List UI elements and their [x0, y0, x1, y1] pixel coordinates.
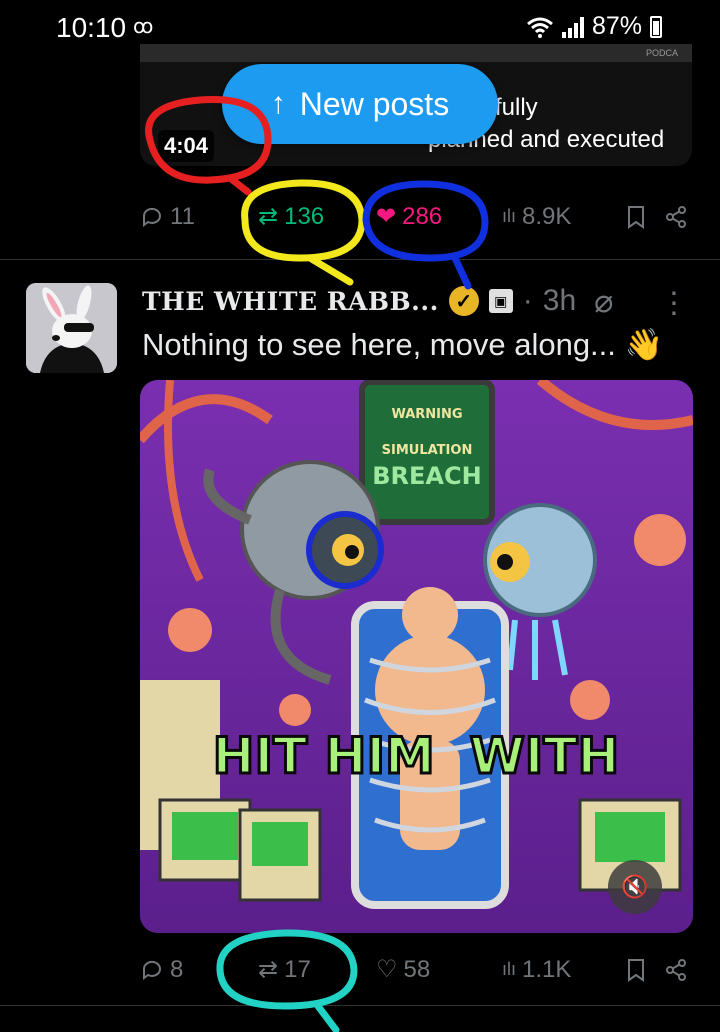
post-actions: 8 ⇄ 17 ♡ 58 ılı 1.1K	[140, 955, 688, 984]
repost-icon: ⇄	[258, 203, 279, 230]
overlay-text: HIT HIM WITH	[213, 727, 620, 785]
views-icon: ılı	[502, 959, 517, 979]
repost-button[interactable]: ⇄ 136	[258, 202, 376, 231]
separator-dot: ·	[522, 284, 533, 317]
views-count: 1.1K	[522, 955, 572, 983]
speaker-muted-icon: 🔇	[621, 874, 649, 899]
share-icon	[666, 205, 686, 228]
wifi-icon	[526, 17, 553, 38]
author-name[interactable]: THE WHITE RABB...	[142, 287, 439, 316]
repost-count: 136	[284, 202, 325, 230]
simulation-text: SIMULATION	[382, 443, 473, 458]
previous-post-actions: 11 ⇄ 136 ❤ 286 ılı 8.9K	[140, 202, 688, 231]
clock: 10:10	[56, 12, 127, 43]
like-button[interactable]: ♡ 58	[376, 955, 502, 984]
bookmark-icon	[628, 205, 644, 229]
repost-icon: ⇄	[258, 956, 279, 983]
reply-count: 8	[170, 955, 184, 983]
new-posts-label: New posts	[299, 85, 450, 122]
bookmark-button[interactable]	[626, 958, 664, 982]
post-divider	[0, 259, 720, 260]
heart-outline-icon: ♡	[376, 956, 398, 983]
avatar[interactable]	[26, 283, 117, 373]
voicemail-icon: ꝏ	[133, 16, 154, 38]
views-count: 8.9K	[522, 202, 572, 230]
post-header: THE WHITE RABB... ✓ ▣ · 3h ⌀	[142, 282, 613, 320]
yellow-circle-annotation	[241, 179, 366, 286]
rabbit-avatar-icon	[26, 283, 117, 373]
like-button[interactable]: ❤ 286	[376, 202, 502, 231]
reply-icon	[142, 960, 161, 980]
repost-button[interactable]: ⇄ 17	[258, 955, 376, 984]
like-count: 58	[403, 955, 431, 983]
mute-button[interactable]: 🔇	[608, 860, 662, 914]
share-button[interactable]	[664, 958, 688, 982]
breach-text: BREACH	[372, 462, 481, 490]
share-button[interactable]	[664, 205, 688, 229]
share-icon	[666, 958, 686, 981]
video-top-strip	[140, 44, 692, 62]
bookmark-icon	[628, 958, 644, 982]
views-button[interactable]: ılı 8.9K	[502, 203, 626, 231]
views-icon: ılı	[502, 206, 517, 226]
video-frame: WARNING SIMULATION BREACH HIT HIM WITH	[140, 380, 693, 933]
more-options-icon[interactable]: · · ·	[664, 275, 684, 327]
post-text: Nothing to see here, move along... 👋	[142, 327, 664, 362]
signal-icon	[561, 16, 584, 38]
like-count: 286	[402, 202, 443, 230]
arrow-up-icon: ↑	[270, 87, 286, 120]
reply-icon	[142, 207, 161, 227]
views-button[interactable]: ılı 1.1K	[502, 956, 626, 984]
post-divider	[0, 1005, 720, 1006]
blue-circle-annotation	[362, 180, 489, 290]
video-duration: 4:04	[158, 130, 215, 162]
video-caption-line1: fully	[495, 94, 538, 121]
post-video[interactable]: WARNING SIMULATION BREACH HIT HIM WITH	[140, 380, 693, 933]
heart-filled-icon: ❤	[376, 203, 397, 230]
warning-text: WARNING	[391, 407, 462, 422]
status-icons: 87%	[526, 12, 662, 41]
reply-count: 11	[170, 202, 195, 230]
reply-button[interactable]: 11	[140, 203, 258, 231]
bookmark-button[interactable]	[626, 205, 664, 229]
battery-percent: 87%	[591, 12, 642, 40]
grok-icon[interactable]: ⌀	[594, 282, 613, 320]
podcast-tag: PODCA	[645, 48, 678, 58]
battery-icon	[650, 15, 662, 38]
verified-badge-icon: ✓	[448, 286, 479, 316]
time-ago: 3h	[542, 284, 577, 317]
affiliate-badge-icon: ▣	[488, 289, 513, 313]
repost-count: 17	[284, 955, 311, 983]
reply-button[interactable]: 8	[140, 956, 258, 984]
new-posts-button[interactable]: ↑ New posts	[222, 64, 498, 144]
